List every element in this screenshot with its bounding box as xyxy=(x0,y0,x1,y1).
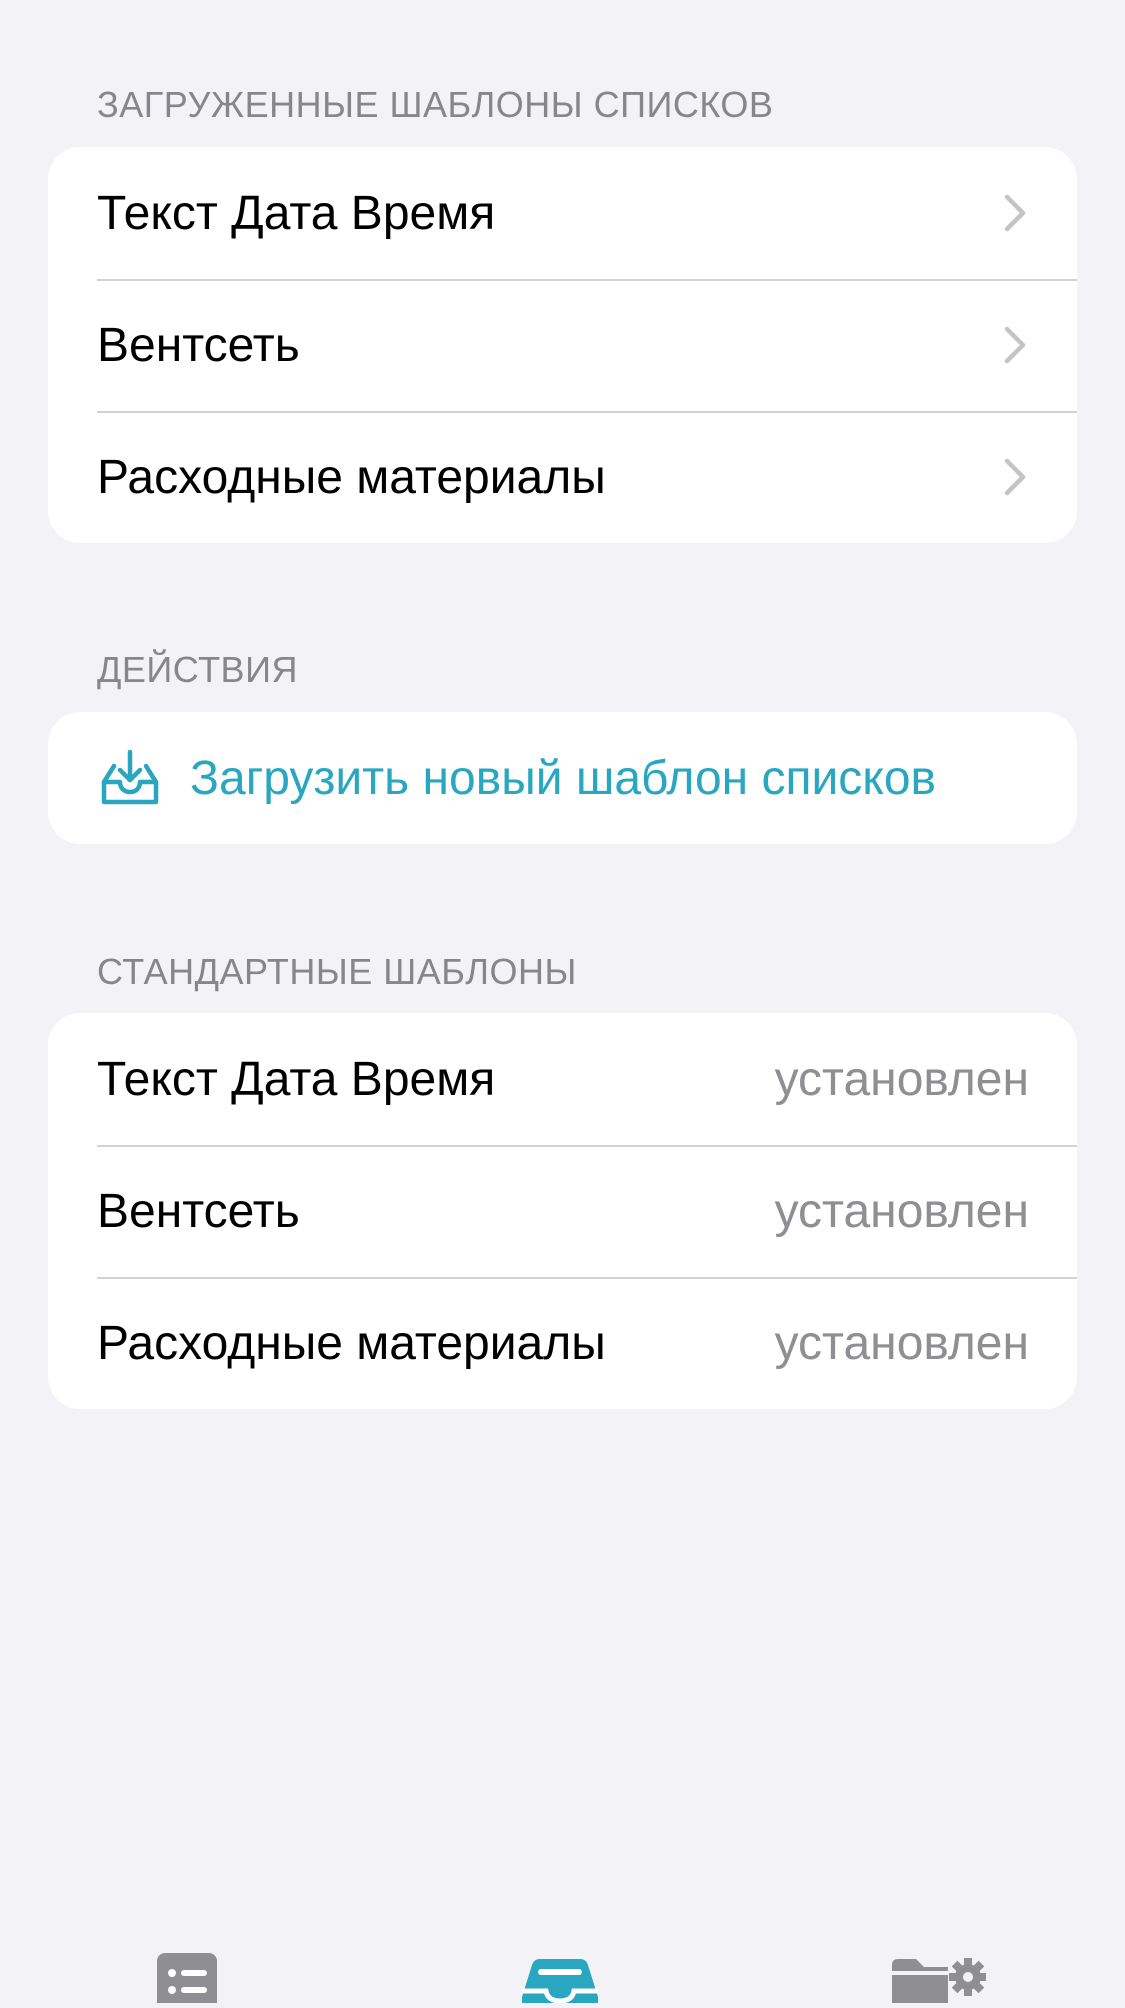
standard-template-row[interactable]: Текст Дата Время установлен xyxy=(48,1013,1077,1145)
standard-template-row[interactable]: Вентсеть установлен xyxy=(48,1145,1077,1277)
section-header-loaded: ЗАГРУЖЕННЫЕ ШАБЛОНЫ СПИСКОВ xyxy=(97,84,774,125)
chevron-right-icon xyxy=(1001,323,1029,367)
standard-template-label: Вентсеть xyxy=(97,1184,300,1238)
loaded-template-label: Расходные материалы xyxy=(97,450,606,504)
standard-template-label: Текст Дата Время xyxy=(97,1052,496,1106)
folder-settings-icon xyxy=(892,1958,987,2007)
loaded-template-label: Вентсеть xyxy=(97,318,300,372)
tab-lists[interactable] xyxy=(157,1953,217,2008)
section-header-actions: ДЕЙСТВИЯ xyxy=(97,649,298,690)
tray-icon xyxy=(518,1959,602,2007)
tab-folder-settings[interactable] xyxy=(892,1955,987,2003)
list-icon xyxy=(157,1953,217,2008)
section-header-standard: СТАНДАРТНЫЕ ШАБЛОНЫ xyxy=(97,951,577,992)
loaded-templates-list: Текст Дата Время Вентсеть Расходные мате… xyxy=(48,147,1077,543)
loaded-template-row[interactable]: Вентсеть xyxy=(48,279,1077,411)
upload-template-button[interactable]: Загрузить новый шаблон списков xyxy=(48,712,1077,844)
tray-download-icon xyxy=(98,746,162,810)
standard-template-label: Расходные материалы xyxy=(97,1316,606,1370)
tab-templates[interactable] xyxy=(518,1957,602,2004)
installed-status: установлен xyxy=(774,1184,1029,1238)
chevron-right-icon xyxy=(1001,191,1029,235)
actions-list: Загрузить новый шаблон списков xyxy=(48,712,1077,844)
installed-status: установлен xyxy=(774,1316,1029,1370)
loaded-template-row[interactable]: Текст Дата Время xyxy=(48,147,1077,279)
chevron-right-icon xyxy=(1001,455,1029,499)
standard-templates-list: Текст Дата Время установлен Вентсеть уст… xyxy=(48,1013,1077,1409)
upload-template-label: Загрузить новый шаблон списков xyxy=(190,751,937,805)
installed-status: установлен xyxy=(774,1052,1029,1106)
loaded-template-label: Текст Дата Время xyxy=(97,186,496,240)
standard-template-row[interactable]: Расходные материалы установлен xyxy=(48,1277,1077,1409)
loaded-template-row[interactable]: Расходные материалы xyxy=(48,411,1077,543)
